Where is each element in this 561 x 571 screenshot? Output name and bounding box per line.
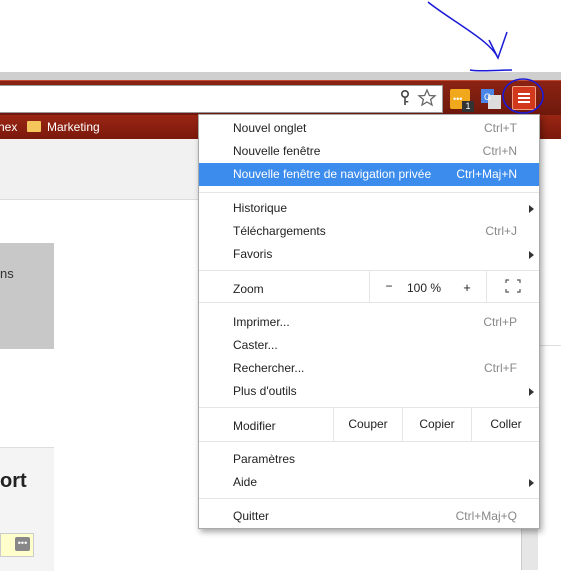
annotation-arrow-icon (427, 1, 544, 114)
